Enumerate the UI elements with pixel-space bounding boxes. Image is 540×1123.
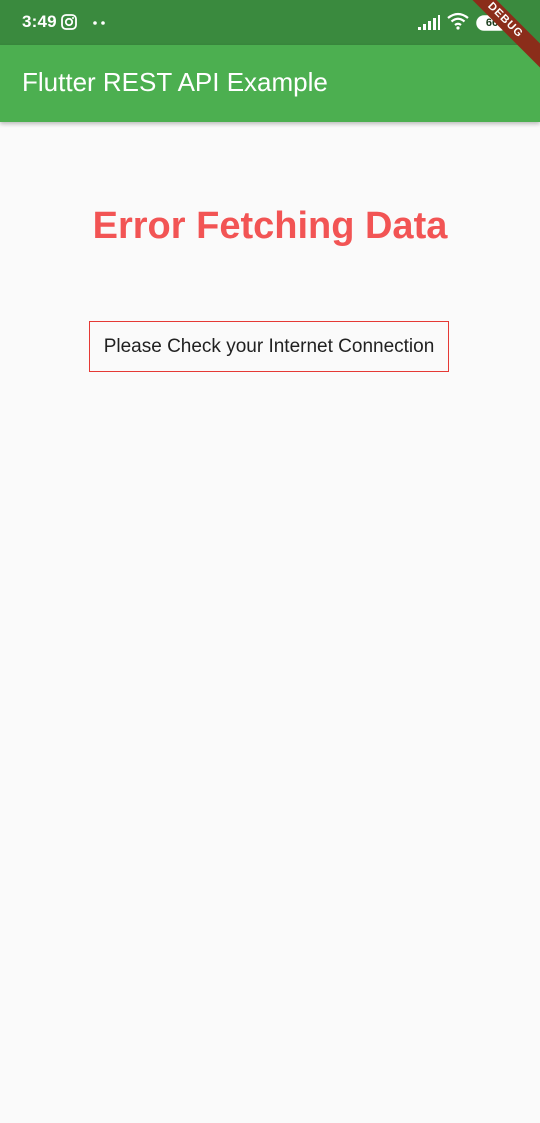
- error-title: Error Fetching Data: [92, 205, 448, 247]
- error-message: Please Check your Internet Connection: [103, 335, 435, 357]
- error-message-box: Please Check your Internet Connection: [89, 321, 449, 372]
- cell-signal-icon: [418, 15, 440, 30]
- app-title: Flutter REST API Example: [22, 67, 328, 97]
- status-bar: 3:49 66: [0, 0, 540, 45]
- app-bar: Flutter REST API Example: [0, 45, 540, 122]
- instagram-icon: [61, 14, 77, 30]
- wifi-icon: [447, 12, 469, 30]
- status-time: 3:49: [22, 12, 57, 31]
- more-dots-icon: [93, 21, 105, 25]
